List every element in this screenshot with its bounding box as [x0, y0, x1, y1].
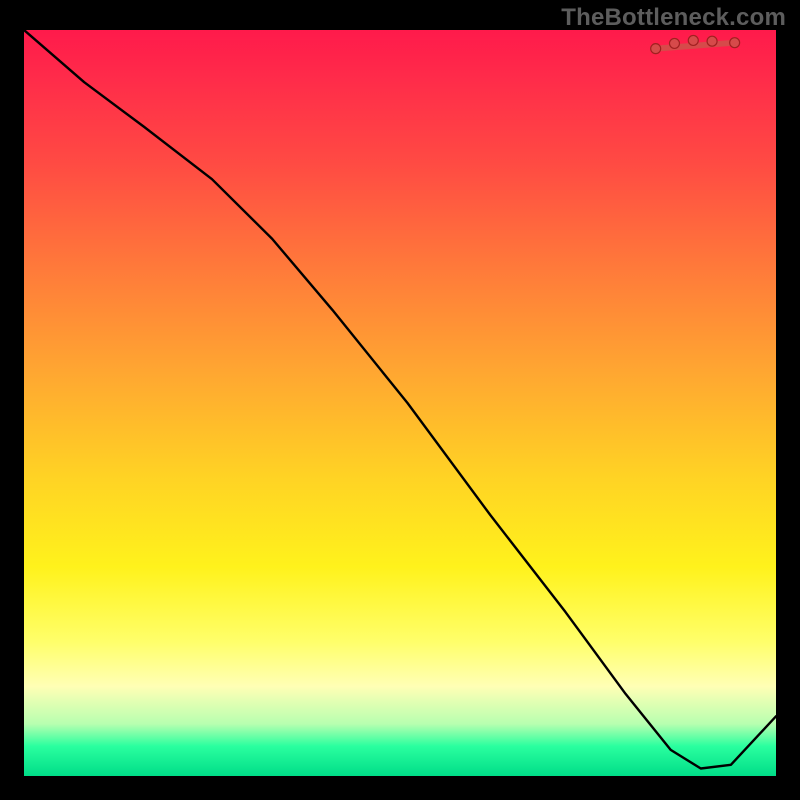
plot-area [24, 30, 776, 776]
chart-frame: TheBottleneck.com [0, 0, 800, 800]
highlight-dot [651, 44, 661, 54]
highlight-group [651, 35, 740, 53]
highlight-dot [707, 36, 717, 46]
chart-svg [24, 30, 776, 776]
highlight-dot [669, 38, 679, 48]
watermark-text: TheBottleneck.com [561, 4, 786, 32]
highlight-dot [730, 38, 740, 48]
curve-line [24, 30, 776, 769]
highlight-dot [688, 35, 698, 45]
